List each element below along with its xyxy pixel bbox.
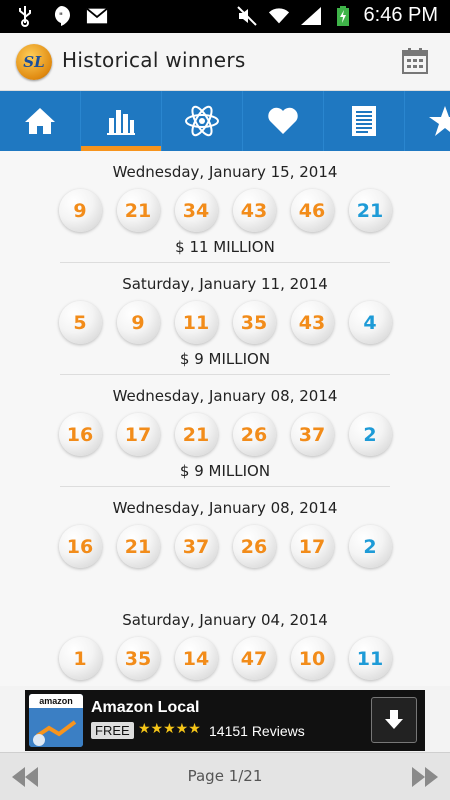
list-item[interactable]: Saturday, January 04, 2014 1 35 14 47 10… xyxy=(0,599,450,686)
review-count: 14151 Reviews xyxy=(209,723,305,739)
number-ball: 21 xyxy=(116,525,160,568)
status-bar: " 6:46 PM xyxy=(0,0,450,33)
power-ball: 11 xyxy=(348,637,392,680)
draw-date: Saturday, January 04, 2014 xyxy=(122,611,328,629)
tab-starred[interactable] xyxy=(405,91,450,151)
wifi-icon xyxy=(268,5,290,27)
number-ball: 9 xyxy=(116,301,160,344)
number-ball: 21 xyxy=(116,189,160,232)
list-item[interactable]: Wednesday, January 08, 2014 16 17 21 26 … xyxy=(0,375,450,487)
clock: 6:46 PM xyxy=(363,4,438,26)
jackpot-amount: $ 11 MILLION xyxy=(175,238,275,256)
usb-icon xyxy=(14,5,36,27)
calendar-icon xyxy=(402,48,428,74)
number-ball: 1 xyxy=(58,637,102,680)
page-title: Historical winners xyxy=(62,48,246,72)
number-ball: 17 xyxy=(116,413,160,456)
rating-stars: ★★★★★ xyxy=(138,721,201,737)
pagination-bar: Page 1/21 xyxy=(0,752,450,800)
draw-date: Wednesday, January 15, 2014 xyxy=(112,163,338,181)
heart-icon xyxy=(268,107,298,134)
bar-chart-icon xyxy=(107,110,135,135)
number-ball: 37 xyxy=(174,525,218,568)
number-ball: 43 xyxy=(232,189,276,232)
hangouts-icon: " xyxy=(50,5,72,27)
number-ball: 9 xyxy=(58,189,102,232)
signal-icon xyxy=(300,5,322,27)
ad-title: Amazon Local xyxy=(91,699,200,716)
number-ball: 26 xyxy=(232,525,276,568)
jackpot-amount: $ 9 MILLION xyxy=(179,350,271,368)
ad-banner[interactable]: amazon Amazon Local FREE ★★★★★ 14151 Rev… xyxy=(25,690,425,751)
number-ball: 16 xyxy=(58,525,102,568)
number-ball: 46 xyxy=(290,189,334,232)
number-ball: 21 xyxy=(174,413,218,456)
download-icon xyxy=(385,710,403,729)
ball-row: 16 21 37 26 17 2 xyxy=(0,525,450,568)
gmail-icon xyxy=(86,5,108,27)
battery-charging-icon xyxy=(332,5,354,27)
logo-text: SL xyxy=(23,53,45,71)
star-icon xyxy=(429,106,450,136)
ball-row: 5 9 11 35 43 4 xyxy=(0,301,450,344)
number-ball: 14 xyxy=(174,637,218,680)
draw-date: Wednesday, January 08, 2014 xyxy=(112,387,338,405)
power-ball: 21 xyxy=(348,189,392,232)
next-page-button[interactable] xyxy=(410,765,440,789)
number-ball: 35 xyxy=(232,301,276,344)
number-ball: 34 xyxy=(174,189,218,232)
number-ball: 10 xyxy=(290,637,334,680)
number-ball: 17 xyxy=(290,525,334,568)
mute-icon xyxy=(236,5,258,27)
power-ball: 4 xyxy=(348,301,392,344)
jackpot-amount: $ 9 MILLION xyxy=(179,462,271,480)
svg-text:": " xyxy=(59,12,63,22)
draw-date: Wednesday, January 08, 2014 xyxy=(112,499,338,517)
calendar-button[interactable] xyxy=(400,46,430,76)
number-ball: 37 xyxy=(290,413,334,456)
ball-row: 9 21 34 43 46 21 xyxy=(0,189,450,232)
list-item[interactable]: Saturday, January 11, 2014 5 9 11 35 43 … xyxy=(0,263,450,375)
number-ball: 5 xyxy=(58,301,102,344)
list-item[interactable]: Wednesday, January 08, 2014 16 21 37 26 … xyxy=(0,487,450,599)
fast-forward-icon xyxy=(412,767,438,787)
ball-row: 16 17 21 26 37 2 xyxy=(0,413,450,456)
ball-row: 1 35 14 47 10 11 xyxy=(0,637,450,680)
draw-date: Saturday, January 11, 2014 xyxy=(122,275,328,293)
tab-list[interactable] xyxy=(324,91,405,151)
number-ball: 35 xyxy=(116,637,160,680)
results-list[interactable]: Wednesday, January 15, 2014 9 21 34 43 4… xyxy=(0,151,450,686)
power-ball: 2 xyxy=(348,413,392,456)
amazon-local-app-icon[interactable]: amazon xyxy=(29,694,83,747)
list-item[interactable]: Wednesday, January 15, 2014 9 21 34 43 4… xyxy=(0,151,450,263)
home-icon xyxy=(25,108,55,134)
tab-home[interactable] xyxy=(0,91,81,151)
ad-icon-label: amazon xyxy=(29,694,83,708)
number-ball: 16 xyxy=(58,413,102,456)
tab-favorites[interactable] xyxy=(243,91,324,151)
number-ball: 43 xyxy=(290,301,334,344)
action-bar: SL Historical winners xyxy=(0,33,450,91)
tab-atom[interactable] xyxy=(162,91,243,151)
tab-stats[interactable] xyxy=(81,91,162,151)
power-ball: 2 xyxy=(348,525,392,568)
number-ball: 26 xyxy=(232,413,276,456)
document-icon xyxy=(352,106,376,136)
number-ball: 11 xyxy=(174,301,218,344)
atom-icon xyxy=(185,105,219,137)
page-indicator: Page 1/21 xyxy=(187,767,263,785)
tab-bar xyxy=(0,91,450,151)
download-button[interactable] xyxy=(371,697,417,743)
app-logo[interactable]: SL xyxy=(16,44,52,80)
number-ball: 47 xyxy=(232,637,276,680)
map-pin-icon xyxy=(29,708,83,747)
ad-price-badge: FREE xyxy=(91,722,134,739)
